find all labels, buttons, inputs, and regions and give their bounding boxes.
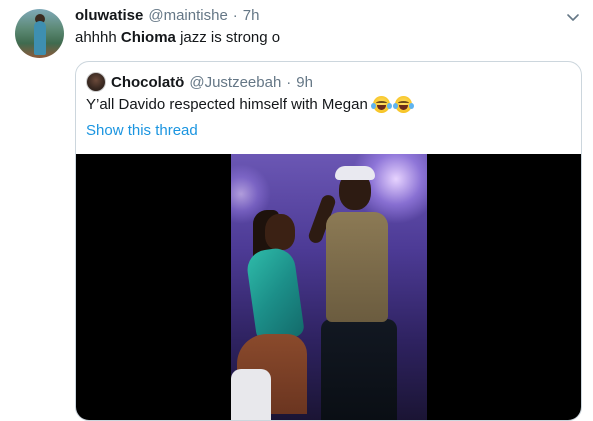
quoted-author-handle: @Justzeebah — [189, 73, 282, 91]
tweet-text-bold: Chioma — [120, 29, 176, 46]
performer-cap — [335, 166, 375, 180]
video-frame — [231, 154, 427, 420]
performer-head — [265, 214, 295, 250]
performer-trousers — [321, 319, 397, 420]
tweet-header: oluwatise @maintishe · 7h — [75, 7, 259, 24]
performer-teal-outfit — [244, 246, 306, 342]
quoted-tweet-time: 9h — [296, 73, 313, 91]
author-display-name[interactable]: oluwatise — [75, 7, 143, 24]
quoted-tweet-text: Y’all Davido respected himself with Mega… — [86, 96, 414, 113]
show-this-thread-link[interactable]: Show this thread — [86, 122, 198, 139]
quoted-author-avatar — [86, 72, 106, 92]
face-with-tears-of-joy-icon — [370, 96, 392, 113]
quoted-tweet-body: Y’all Davido respected himself with Mega… — [86, 96, 368, 113]
avatar-figure — [34, 21, 46, 55]
quoted-time-separator: · — [286, 73, 292, 91]
author-handle[interactable]: @maintishe — [148, 7, 227, 24]
face-with-tears-of-joy-icon — [392, 96, 414, 113]
chevron-down-icon[interactable] — [565, 9, 581, 25]
time-separator: · — [232, 7, 238, 24]
tweet-text-end: jazz is strong o — [175, 29, 281, 46]
quoted-tweet-card[interactable]: Chocolatö @Justzeebah · 9h Y’all Davido … — [75, 61, 582, 421]
quoted-tweet-header: Chocolatö @Justzeebah · 9h — [86, 72, 313, 92]
tweet-time[interactable]: 7h — [243, 7, 260, 24]
video-media[interactable] — [76, 154, 581, 420]
tweet-author-avatar[interactable] — [15, 9, 64, 58]
performer-white-boot — [231, 369, 271, 420]
tweet-text-start: ahhhh — [75, 29, 121, 46]
quoted-author-display-name: Chocolatö — [111, 73, 185, 91]
tweet-text: ahhhh Chioma jazz is strong o — [75, 29, 280, 46]
performer-shirt — [326, 212, 388, 322]
